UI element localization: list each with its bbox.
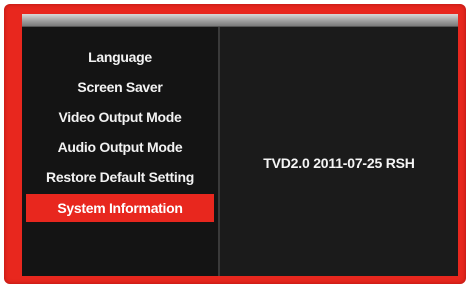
device-bezel: Language Screen Saver Video Output Mode … bbox=[4, 4, 466, 284]
menu-item-system-information[interactable]: System Information bbox=[26, 194, 214, 222]
settings-menu: Language Screen Saver Video Output Mode … bbox=[22, 27, 220, 276]
menu-item-screen-saver[interactable]: Screen Saver bbox=[26, 73, 214, 101]
system-version-text: TVD2.0 2011-07-25 RSH bbox=[263, 155, 415, 171]
menu-item-language[interactable]: Language bbox=[26, 43, 214, 71]
menu-item-video-output-mode[interactable]: Video Output Mode bbox=[26, 103, 214, 131]
info-panel: TVD2.0 2011-07-25 RSH bbox=[220, 27, 458, 276]
menu-item-restore-default-setting[interactable]: Restore Default Setting bbox=[26, 163, 214, 191]
osd-screen: Language Screen Saver Video Output Mode … bbox=[22, 14, 458, 276]
menu-item-audio-output-mode[interactable]: Audio Output Mode bbox=[26, 133, 214, 161]
top-title-bar bbox=[22, 14, 458, 27]
